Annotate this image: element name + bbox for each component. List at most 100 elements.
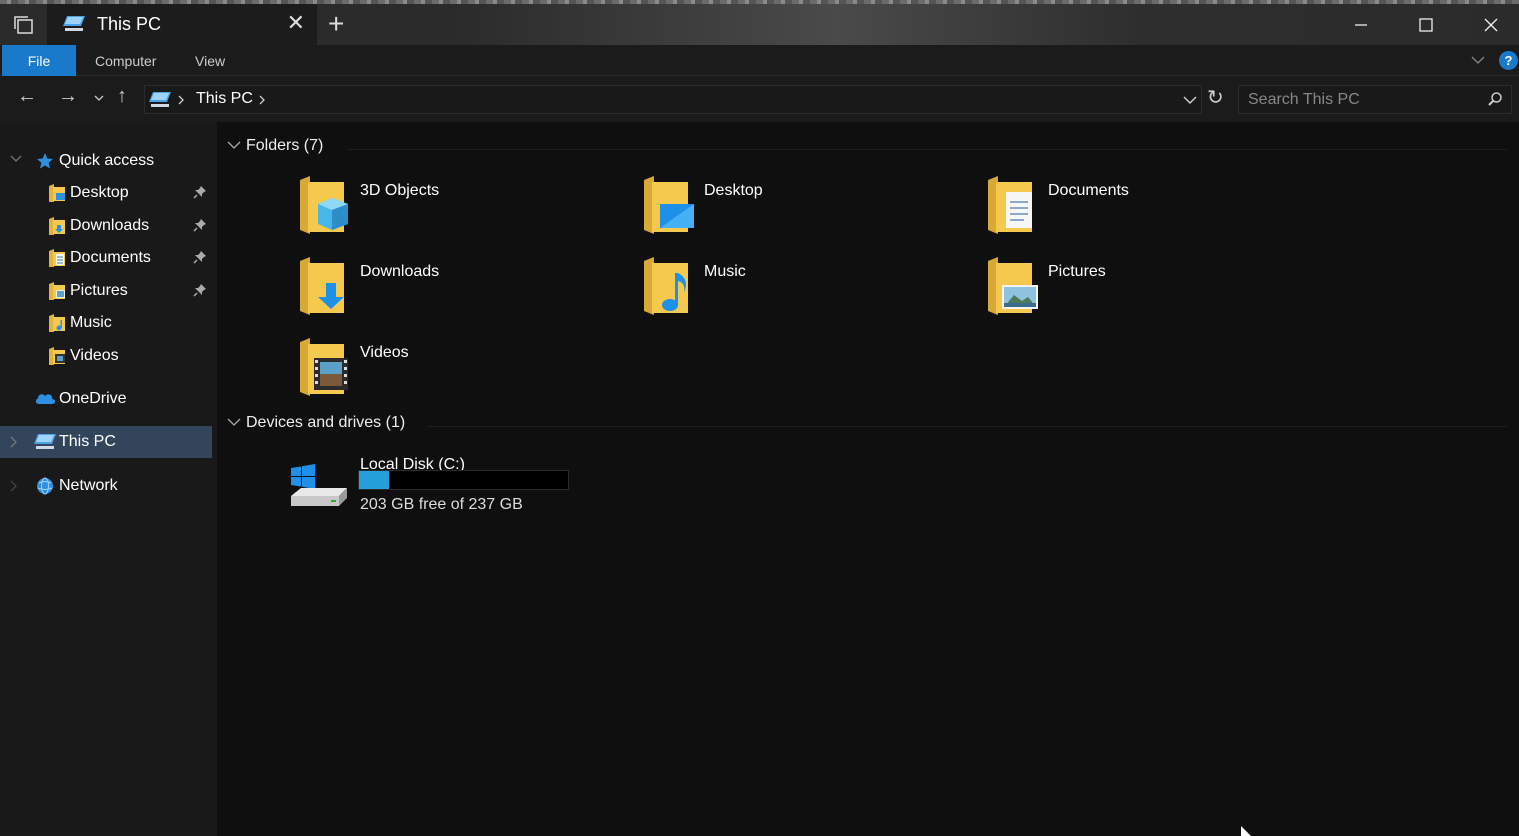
maximize-icon: [1419, 17, 1433, 32]
sidebar-label: Pictures: [70, 282, 128, 299]
chevron-right-icon[interactable]: [177, 95, 185, 105]
expand-ribbon-icon[interactable]: [1470, 52, 1486, 68]
chevron-right-icon[interactable]: [258, 95, 266, 105]
ribbon: File Computer View ?: [0, 45, 1519, 76]
sidebar-item-videos[interactable]: Videos: [0, 340, 212, 372]
group-divider: [427, 426, 1507, 427]
group-divider: [347, 149, 1507, 150]
folder-label: Downloads: [360, 263, 440, 280]
navigation-bar: ← → ↑ This PC ↻ Search This PC: [0, 76, 1519, 122]
documents-folder-icon: [49, 249, 65, 267]
maximize-button[interactable]: [1394, 4, 1458, 45]
group-title: Devices and drives (1): [246, 414, 406, 431]
folder-music[interactable]: Music: [642, 255, 972, 327]
downloads-folder-icon: [300, 257, 344, 315]
pin-icon[interactable]: [193, 250, 207, 264]
music-folder-icon: [49, 314, 65, 332]
navigation-pane: Quick access Desktop Downloads Documents…: [0, 122, 217, 830]
folder-label: Music: [704, 263, 746, 280]
group-title: Folders (7): [246, 137, 324, 154]
chevron-down-icon[interactable]: [10, 155, 22, 163]
sidebar-label: Music: [70, 314, 112, 331]
search-icon[interactable]: [1487, 91, 1503, 107]
breadcrumb-this-pc[interactable]: This PC: [196, 90, 253, 108]
help-button[interactable]: ?: [1499, 51, 1518, 70]
sidebar-label: Desktop: [70, 184, 129, 201]
drive-usage-bar: [358, 470, 569, 490]
chevron-down-icon[interactable]: [1183, 95, 1197, 105]
devices-group-header[interactable]: Devices and drives (1): [227, 412, 1507, 436]
folder-desktop[interactable]: Desktop: [642, 174, 972, 246]
chevron-right-icon[interactable]: [10, 436, 18, 448]
forward-button[interactable]: →: [58, 86, 78, 106]
star-icon: [37, 153, 53, 169]
sidebar-item-desktop[interactable]: Desktop: [0, 177, 212, 209]
folder-documents[interactable]: Documents: [986, 174, 1316, 246]
new-tab-button[interactable]: +: [328, 10, 344, 38]
folder-videos[interactable]: Videos: [298, 336, 628, 408]
back-button[interactable]: ←: [17, 86, 37, 106]
search-placeholder: Search This PC: [1248, 91, 1360, 108]
up-button[interactable]: ↑: [117, 86, 127, 106]
close-window-button[interactable]: [1459, 4, 1519, 45]
pin-icon[interactable]: [193, 185, 207, 199]
folder-label: Pictures: [1048, 263, 1106, 280]
desktop-folder-icon: [644, 176, 694, 234]
sidebar-label: Documents: [70, 249, 151, 266]
this-pc-icon: [34, 434, 56, 449]
chevron-down-icon[interactable]: [227, 418, 241, 427]
sidebar-item-network[interactable]: Network: [0, 470, 212, 502]
sidebar-item-onedrive[interactable]: OneDrive: [0, 383, 212, 415]
ribbon-tab-computer[interactable]: Computer: [95, 53, 156, 69]
folder-label: Videos: [360, 344, 409, 361]
sidebar-label: Videos: [70, 347, 119, 364]
chevron-right-icon[interactable]: [10, 480, 18, 492]
sidebar-label: Quick access: [59, 152, 155, 169]
folder-pictures[interactable]: Pictures: [986, 255, 1316, 327]
drive-free-space: 203 GB free of 237 GB: [360, 496, 523, 513]
pictures-folder-icon: [988, 257, 1038, 315]
folder-label: Documents: [1048, 182, 1129, 199]
pin-icon[interactable]: [193, 283, 207, 297]
sidebar-item-music[interactable]: Music: [0, 307, 212, 339]
sidebar-item-pictures[interactable]: Pictures: [0, 275, 212, 307]
folder-3d-objects[interactable]: 3D Objects: [298, 174, 628, 246]
sidebar-item-downloads[interactable]: Downloads: [0, 210, 212, 242]
folder-label: 3D Objects: [360, 182, 440, 199]
address-bar[interactable]: This PC: [144, 85, 1202, 114]
chevron-down-icon[interactable]: [227, 141, 241, 150]
tab-this-pc[interactable]: This PC ✕: [47, 4, 317, 45]
tab-title: This PC: [97, 14, 162, 34]
close-icon: [1484, 18, 1498, 31]
onedrive-cloud-icon: [35, 394, 55, 404]
drive-local-disk-c[interactable]: Local Disk (C:) 203 GB free of 237 GB: [289, 456, 589, 526]
mouse-cursor-icon: [1241, 826, 1251, 836]
sidebar-item-this-pc[interactable]: This PC: [0, 426, 212, 458]
folder-downloads[interactable]: Downloads: [298, 255, 628, 327]
content-pane: Folders (7) 3D Objects Desktop Documents…: [217, 122, 1519, 836]
pictures-folder-icon: [49, 282, 65, 300]
folders-group-header[interactable]: Folders (7): [227, 135, 1507, 159]
drive-usage-fill: [359, 471, 390, 489]
sidebar-label: Network: [59, 477, 118, 494]
tab-switcher-icon: [14, 15, 33, 34]
tab-switcher-button[interactable]: [0, 4, 46, 45]
this-pc-icon: [63, 16, 85, 31]
search-input[interactable]: Search This PC: [1238, 85, 1512, 114]
sidebar-item-documents[interactable]: Documents: [0, 242, 212, 274]
minimize-button[interactable]: [1329, 4, 1393, 45]
title-bar: This PC ✕ +: [0, 0, 1519, 45]
sidebar-label: This PC: [59, 433, 116, 450]
sidebar-label: Downloads: [70, 217, 150, 234]
sidebar-item-quick-access[interactable]: Quick access: [0, 145, 212, 177]
refresh-button[interactable]: ↻: [1207, 88, 1224, 108]
windows-drive-icon: [291, 464, 347, 506]
tab-close-button[interactable]: ✕: [287, 12, 305, 34]
recent-locations-icon[interactable]: [94, 94, 104, 102]
network-globe-icon: [37, 477, 53, 495]
ribbon-tab-view[interactable]: View: [195, 53, 225, 69]
ribbon-tab-file[interactable]: File: [2, 45, 76, 76]
videos-folder-icon: [49, 347, 65, 365]
pin-icon[interactable]: [193, 218, 207, 232]
desktop-folder-icon: [49, 184, 65, 202]
